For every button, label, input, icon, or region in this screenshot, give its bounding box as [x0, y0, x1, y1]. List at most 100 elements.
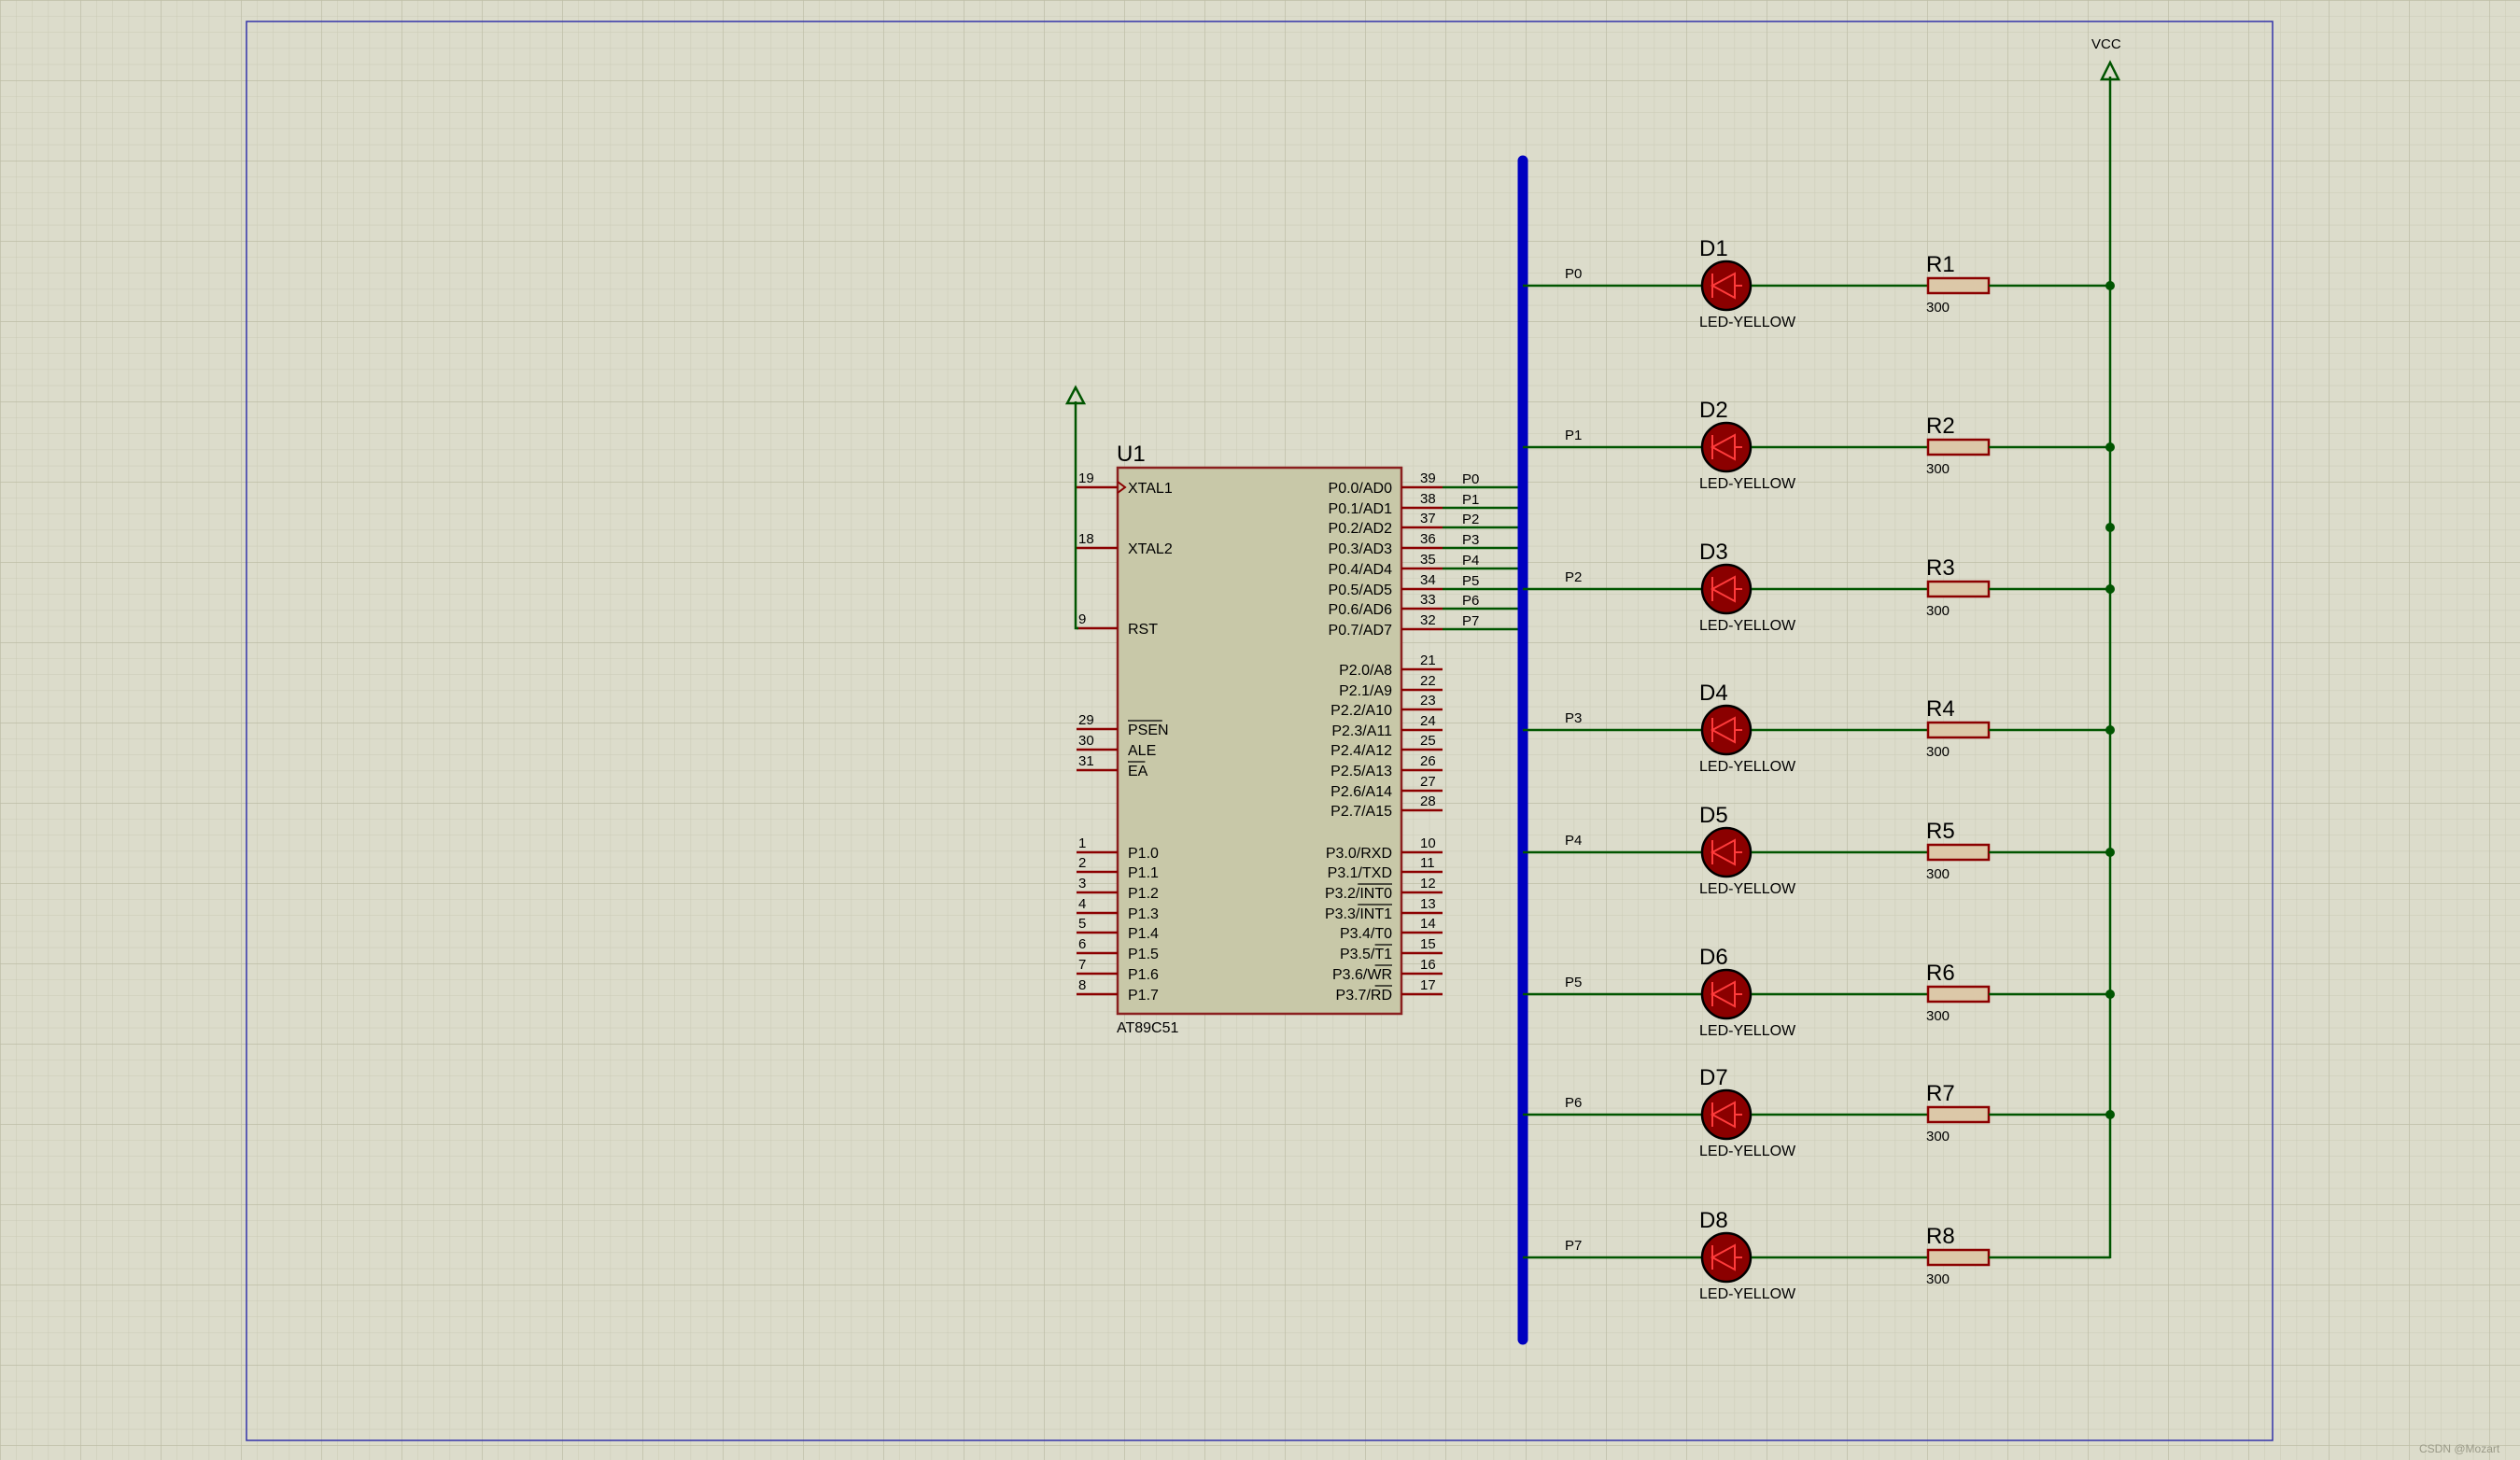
pin-number: 23 — [1420, 693, 1436, 709]
resistor-value-label: 300 — [1926, 1008, 1950, 1024]
pin-name: P1.3 — [1128, 906, 1159, 922]
pin-name: XTAL2 — [1128, 541, 1173, 557]
resistor-body — [1926, 985, 1991, 1004]
pin-number: 36 — [1420, 531, 1436, 547]
pin-number: 17 — [1420, 977, 1436, 993]
net-label: P1 — [1565, 428, 1582, 443]
led-type-label: LED-YELLOW — [1699, 1023, 1796, 1039]
led-ref-label: D2 — [1699, 398, 1728, 423]
pin-number: 6 — [1078, 936, 1086, 952]
pin-number: 38 — [1420, 491, 1436, 507]
vcc-junction — [2105, 848, 2115, 857]
resistor-value-label: 300 — [1926, 1271, 1950, 1287]
pin-name: P1.1 — [1128, 865, 1159, 881]
led-body — [1700, 968, 1753, 1020]
pin-number: 16 — [1420, 957, 1436, 973]
watermark: CSDN @Mozart — [2419, 1442, 2500, 1455]
pin-name: P3.7/RD — [1336, 988, 1392, 1004]
pin-name: P3.1/TXD — [1328, 865, 1392, 881]
pin-number: 29 — [1078, 712, 1094, 728]
pin-number: 5 — [1078, 916, 1086, 932]
pin-number: 14 — [1420, 916, 1436, 932]
pin-number: 24 — [1420, 713, 1436, 729]
pin-name: P3.3/INT1 — [1325, 906, 1392, 922]
net-label: P7 — [1462, 613, 1479, 629]
resistor-ref-label: R4 — [1926, 696, 1955, 722]
pin-number: 32 — [1420, 612, 1436, 628]
pin-name: P1.7 — [1128, 988, 1159, 1004]
led-body — [1700, 704, 1753, 756]
pin-number: 11 — [1420, 855, 1435, 871]
pin-number: 18 — [1078, 531, 1094, 547]
vcc-junction — [2105, 442, 2115, 452]
pin-number: 9 — [1078, 611, 1086, 627]
vcc-junction — [2105, 523, 2115, 532]
net-label: P5 — [1565, 975, 1582, 990]
led-type-label: LED-YELLOW — [1699, 315, 1796, 330]
resistor-value-label: 300 — [1926, 1129, 1950, 1144]
pin-number: 34 — [1420, 572, 1436, 588]
led-type-label: LED-YELLOW — [1699, 759, 1796, 775]
pin-number: 2 — [1078, 855, 1086, 871]
resistor-body — [1926, 276, 1991, 295]
pin-name: P2.1/A9 — [1339, 683, 1392, 699]
pin-name: P3.6/WR — [1332, 967, 1392, 983]
resistor-ref-label: R1 — [1926, 252, 1955, 277]
pin-number: 13 — [1420, 896, 1436, 912]
net-label: P1 — [1462, 492, 1479, 508]
net-label: P3 — [1462, 532, 1479, 548]
led-type-label: LED-YELLOW — [1699, 1286, 1796, 1302]
resistor-body — [1926, 843, 1991, 862]
led-ref-label: D7 — [1699, 1065, 1728, 1090]
pin-name: P1.6 — [1128, 967, 1159, 983]
pin-number: 15 — [1420, 936, 1436, 952]
pin-name: P2.0/A8 — [1339, 663, 1392, 679]
pin-number: 10 — [1420, 835, 1436, 851]
pin-number: 7 — [1078, 957, 1086, 973]
pin-number: 19 — [1078, 470, 1094, 486]
resistor-ref-label: R7 — [1926, 1081, 1955, 1106]
led-ref-label: D3 — [1699, 540, 1728, 565]
led-body — [1700, 1088, 1753, 1141]
pin-number: 12 — [1420, 876, 1436, 891]
net-label: P4 — [1565, 833, 1582, 849]
pin-name: P2.5/A13 — [1330, 764, 1392, 779]
pin-name: P0.5/AD5 — [1329, 583, 1393, 598]
pin-name: P3.5/T1 — [1340, 947, 1392, 962]
pin-name: EA — [1128, 764, 1148, 779]
vcc-junction — [2105, 281, 2115, 290]
pin-number: 21 — [1420, 653, 1436, 668]
pin-name: PSEN — [1128, 723, 1169, 738]
pin-number: 25 — [1420, 733, 1436, 749]
pin-name: P1.2 — [1128, 886, 1159, 902]
pin-name: P2.2/A10 — [1330, 703, 1392, 719]
pin-number: 4 — [1078, 896, 1086, 912]
net-label: P6 — [1462, 593, 1479, 609]
led-body — [1700, 260, 1753, 312]
resistor-body — [1926, 721, 1991, 739]
net-label: P0 — [1462, 471, 1479, 487]
vcc-label: VCC — [2091, 36, 2121, 52]
pin-number: 26 — [1420, 753, 1436, 769]
led-body — [1700, 826, 1753, 878]
net-label: P3 — [1565, 710, 1582, 726]
pin-name: RST — [1128, 622, 1158, 638]
net-label: P0 — [1565, 266, 1582, 282]
vcc-junction — [2105, 725, 2115, 735]
led-type-label: LED-YELLOW — [1699, 881, 1796, 897]
led-body — [1700, 1231, 1753, 1284]
pin-number: 8 — [1078, 977, 1086, 993]
led-ref-label: D4 — [1699, 681, 1728, 706]
led-type-label: LED-YELLOW — [1699, 618, 1796, 634]
pin-number: 3 — [1078, 876, 1086, 891]
resistor-value-label: 300 — [1926, 744, 1950, 760]
pin-name: P0.7/AD7 — [1329, 623, 1393, 639]
pin-number: 33 — [1420, 592, 1436, 608]
pin-number: 30 — [1078, 733, 1094, 749]
pin-number: 27 — [1420, 774, 1436, 790]
led-ref-label: D8 — [1699, 1208, 1728, 1233]
pin-name: P2.7/A15 — [1330, 804, 1392, 820]
led-ref-label: D1 — [1699, 236, 1728, 261]
schematic-canvas[interactable]: U1 AT89C51 19XTAL118XTAL29RST29PSEN30ALE… — [0, 0, 2520, 1460]
led-type-label: LED-YELLOW — [1699, 476, 1796, 492]
